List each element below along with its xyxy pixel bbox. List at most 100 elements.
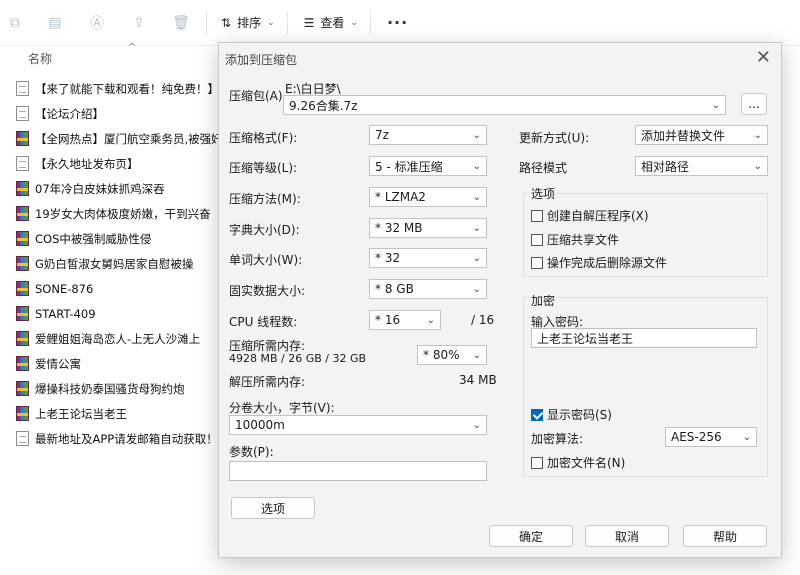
file-item[interactable]: START-409 — [16, 301, 221, 326]
file-item[interactable]: 爱情公寓 — [16, 351, 221, 376]
archive-label: 压缩包(A) — [229, 89, 283, 103]
rename-icon[interactable]: Ⓐ — [86, 12, 108, 34]
file-item[interactable]: 最新地址及APP请发邮箱自动获取！！ — [16, 426, 221, 451]
delete-source-label: 操作完成后删除源文件 — [547, 256, 668, 270]
password-input[interactable]: 上老王论坛当老王 — [531, 328, 757, 348]
file-item[interactable]: 【来了就能下载和观看！纯免费！】 — [16, 76, 221, 101]
method-label: 压缩方法(M): — [229, 192, 301, 206]
sort-icon: ⇅ — [221, 15, 232, 30]
archive-file-icon — [16, 231, 29, 246]
path-mode-select[interactable]: 相对路径 ⌄ — [635, 156, 768, 176]
file-item[interactable]: 爆操科技奶泰国骚货母狗约炮 — [16, 376, 221, 401]
dict-select[interactable]: * 32 MB ⌄ — [369, 218, 487, 238]
level-label: 压缩等级(L): — [229, 161, 298, 175]
file-item[interactable]: 【永久地址发布页】 — [16, 151, 221, 176]
help-button[interactable]: 帮助 — [683, 525, 767, 547]
format-value: 7z — [375, 128, 389, 142]
mem-comp-value: * 80% — [423, 348, 460, 362]
delete-icon[interactable]: 🗑 — [170, 12, 192, 34]
options-button[interactable]: 选项 — [231, 497, 315, 519]
file-item[interactable]: 【论坛介绍】 — [16, 101, 221, 126]
update-select[interactable]: 添加并替换文件 ⌄ — [635, 125, 768, 145]
show-password-label: 显示密码(S) — [547, 408, 612, 422]
chevron-down-icon: ⌄ — [472, 222, 481, 234]
sfx-checkbox[interactable]: 创建自解压程序(X) — [531, 207, 649, 224]
encrypt-names-label: 加密文件名(N) — [547, 456, 626, 470]
encryption-group-title: 加密 — [529, 292, 558, 309]
paste-icon[interactable]: ▤ — [44, 12, 66, 34]
close-icon[interactable]: ✕ — [756, 47, 771, 68]
delete-source-checkbox[interactable]: 操作完成后删除源文件 — [531, 254, 667, 271]
cpu-select[interactable]: * 16 ⌄ — [369, 310, 441, 330]
level-select[interactable]: 5 - 标准压缩 ⌄ — [369, 156, 487, 176]
file-name: 最新地址及APP请发邮箱自动获取！！ — [35, 431, 221, 446]
column-header-name[interactable]: 名称 — [28, 50, 52, 67]
chevron-down-icon: ⌄ — [472, 160, 481, 172]
shared-label: 压缩共享文件 — [547, 233, 620, 247]
chevron-down-icon: ⌄ — [472, 252, 481, 264]
text-file-icon — [16, 156, 29, 171]
copy-icon[interactable]: ⧉ — [4, 12, 26, 34]
add-to-archive-dialog: 添加到压缩包 ✕ 压缩包(A) E:\白日梦\ 9.26合集.7z ⌄ ... … — [218, 42, 782, 558]
enc-method-label: 加密算法: — [531, 432, 584, 446]
archive-file-icon — [16, 406, 29, 421]
explorer-toolbar: ⧉ ▤ Ⓐ ⇪ 🗑 ⇅ 排序 ⌄ ☰ 查看 ⌄ ··· — [0, 0, 800, 46]
archive-file-icon — [16, 331, 29, 346]
enc-method-select[interactable]: AES-256 ⌄ — [665, 427, 757, 447]
word-select[interactable]: * 32 ⌄ — [369, 248, 487, 268]
word-value: * 32 — [375, 251, 401, 265]
path-mode-label: 路径模式 — [519, 161, 568, 175]
chevron-down-icon: ⌄ — [267, 17, 275, 28]
ok-button[interactable]: 确定 — [489, 525, 573, 547]
file-item[interactable]: 07年冷白皮妹妹抓鸡深吞 — [16, 176, 221, 201]
chevron-down-icon: ⌄ — [472, 349, 481, 361]
share-icon[interactable]: ⇪ — [128, 12, 150, 34]
file-item[interactable]: SONE-876 — [16, 276, 221, 301]
dict-label: 字典大小(D): — [229, 223, 300, 237]
toolbar-divider — [206, 10, 207, 35]
file-name: 19岁女大肉体极度娇嫩，干到兴奋 — [35, 206, 211, 221]
chevron-down-icon: ⌄ — [350, 17, 358, 28]
file-list: 【来了就能下载和观看！纯免费！】 【论坛介绍】 【全网热点】厦门航空乘务员,被强奸【… — [16, 76, 221, 451]
word-label: 单词大小(W): — [229, 253, 303, 267]
chevron-down-icon: ⌄ — [753, 160, 762, 172]
browse-button[interactable]: ... — [741, 93, 767, 115]
view-button[interactable]: ☰ 查看 ⌄ — [296, 8, 366, 38]
archive-name-combo[interactable]: 9.26合集.7z ⌄ — [283, 95, 726, 115]
more-button[interactable]: ··· — [379, 8, 416, 38]
file-item[interactable]: 19岁女大肉体极度娇嫩，干到兴奋 — [16, 201, 221, 226]
view-label: 查看 — [320, 16, 345, 30]
encrypt-names-checkbox[interactable]: 加密文件名(N) — [531, 454, 625, 471]
split-label: 分卷大小，字节(V): — [229, 401, 335, 415]
shared-checkbox[interactable]: 压缩共享文件 — [531, 231, 619, 248]
cancel-button[interactable]: 取消 — [585, 525, 669, 547]
chevron-down-icon: ⌄ — [742, 431, 751, 443]
file-item[interactable]: 【全网热点】厦门航空乘务员,被强奸 — [16, 126, 221, 151]
show-password-checkbox[interactable]: 显示密码(S) — [531, 406, 612, 423]
sort-label: 排序 — [237, 16, 262, 30]
file-item[interactable]: G奶白皙淑女舅妈居家自慰被操 — [16, 251, 221, 276]
sort-button[interactable]: ⇅ 排序 ⌄ — [213, 8, 283, 38]
file-item[interactable]: 爱鲤姐姐海岛恋人-上无人沙滩上 — [16, 326, 221, 351]
file-name: SONE-876 — [35, 281, 94, 296]
format-select[interactable]: 7z ⌄ — [369, 125, 487, 145]
archive-file-icon — [16, 131, 29, 146]
path-mode-value: 相对路径 — [641, 159, 690, 174]
file-item[interactable]: 上老王论坛当老王 — [16, 401, 221, 426]
archive-file-icon — [16, 206, 29, 221]
mem-comp-select[interactable]: * 80% ⌄ — [417, 345, 487, 365]
method-select[interactable]: * LZMA2 ⌄ — [369, 187, 487, 207]
split-combo[interactable]: 10000m ⌄ — [229, 415, 487, 435]
file-name: 上老王论坛当老王 — [35, 406, 127, 421]
solid-value: * 8 GB — [375, 282, 414, 296]
checkbox-icon — [531, 456, 543, 469]
solid-select[interactable]: * 8 GB ⌄ — [369, 279, 487, 299]
text-file-icon — [16, 431, 29, 446]
file-item[interactable]: COS中被强制威胁性侵 — [16, 226, 221, 251]
checkbox-icon — [531, 233, 543, 246]
checkbox-icon — [531, 209, 543, 222]
update-label: 更新方式(U): — [519, 131, 590, 145]
solid-label: 固实数据大小: — [229, 284, 306, 298]
dialog-title: 添加到压缩包 — [225, 53, 298, 67]
params-input[interactable] — [229, 461, 487, 481]
